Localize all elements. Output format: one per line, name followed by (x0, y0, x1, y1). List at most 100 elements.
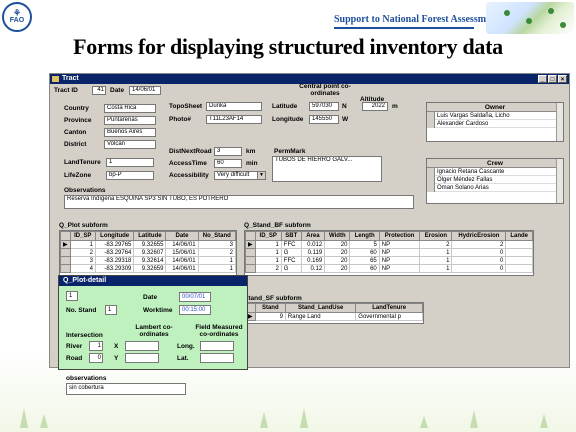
column-header[interactable]: Protection (378, 231, 421, 241)
long-label: Long. (177, 343, 195, 350)
window-title: Tract (62, 75, 79, 82)
country-field[interactable]: Costa Rica (104, 104, 156, 113)
canton-field[interactable]: Buenos Aires (104, 128, 156, 137)
lat-label: Lat. (177, 355, 189, 362)
altitude-field[interactable]: 2022 (362, 102, 388, 111)
tree-icon (540, 414, 548, 428)
longitude-field[interactable]: 145550 (309, 115, 339, 124)
plot-id-field[interactable]: 1 (66, 291, 78, 301)
column-header[interactable]: HydricErosion (451, 231, 507, 241)
column-header[interactable]: Length (349, 231, 380, 241)
y-label: Y (114, 355, 119, 362)
photo-label: Photo# (169, 116, 192, 123)
longitude-dir: W (342, 116, 349, 123)
table-row[interactable]: 2 -83.29764 9.32607 15/06/01 2 (60, 248, 236, 257)
table-row[interactable]: 4 -83.29309 9.32659 14/06/01 1 (60, 264, 236, 273)
list-item[interactable]: Ignacio Retana Cascante (427, 168, 563, 176)
date-field[interactable]: 14/06/01 (129, 86, 161, 95)
support-text: Support to National Forest Assessments (334, 14, 504, 25)
tree-icon (420, 416, 428, 428)
column-header[interactable]: Erosion (419, 231, 453, 241)
list-item[interactable]: Olger Méndez Fallas (427, 176, 563, 184)
x-label: X (114, 343, 119, 350)
column-header[interactable]: Lande (505, 231, 533, 241)
plot-detail-window: Q_Plot-detail 1 Date 00/07/01 No. Stand … (58, 275, 248, 370)
column-header[interactable]: LandTenure (355, 303, 423, 313)
minimize-icon[interactable]: _ (538, 75, 547, 83)
list-item[interactable]: Alexander Cardoso (427, 120, 563, 128)
permmark-field[interactable]: TUBOS DE HIERRO GALV... (272, 156, 382, 182)
column-header[interactable]: No_Stand (197, 231, 236, 241)
plot-detail-titlebar[interactable]: Q_Plot-detail (59, 276, 247, 286)
toposheet-field[interactable]: Durika (206, 102, 262, 111)
form-icon (52, 76, 59, 82)
chevron-down-icon[interactable]: ▼ (257, 172, 265, 179)
accessibility-value: Very difficult (217, 172, 250, 178)
date-label: Date (110, 87, 125, 94)
column-header[interactable]: Width (324, 231, 351, 241)
long-field[interactable] (200, 341, 234, 351)
tract-id-field[interactable]: 41 (92, 86, 106, 95)
table-row[interactable]: 3 -83.29318 9.32614 14/06/01 1 (60, 256, 236, 265)
river-field[interactable]: 1 (89, 341, 103, 351)
maximize-icon[interactable]: □ (548, 75, 557, 83)
table-row[interactable]: 1 G 0.119 20 60 NP 1 0 (245, 248, 533, 257)
district-field[interactable]: Volcán (104, 140, 156, 149)
central-point-label: Central point co-ordinates (299, 83, 351, 97)
intersection-label: Intersection (66, 332, 103, 339)
bf-subform-label: Q_Stand_BF subform (244, 222, 311, 229)
header-banner: ⚘ FAO Support to National Forest Assessme… (0, 0, 576, 36)
sf-subform-label: Stand_SF subform (244, 295, 302, 302)
column-header[interactable]: Date (165, 231, 199, 241)
road-label: Road (66, 355, 83, 362)
column-header[interactable]: Longitude (94, 231, 135, 241)
district-label: District (64, 141, 87, 148)
column-header[interactable]: Latitude (133, 231, 167, 241)
owner-list: Owner Luis Vargas Saldaña, Licho Alexand… (426, 102, 564, 142)
table-row[interactable]: 2 G 0.12 20 60 NP 1 0 (245, 264, 533, 273)
landtenure-field[interactable]: 1 (106, 158, 154, 167)
table-row[interactable]: ▶ 1 FFC 0.012 20 5 NP 2 2 (245, 240, 533, 249)
no-stand-field[interactable]: 1 (105, 305, 117, 315)
column-header[interactable]: ID_SP (254, 231, 282, 241)
bf-subform-grid: ID_SP SBT Area Width Length Protection Erosion… (244, 230, 534, 276)
list-item[interactable]: Oman Solano Arias (427, 184, 563, 192)
table-row[interactable]: 1 FFC 0.169 20 65 NP 1 0 (245, 256, 533, 265)
road-field[interactable]: 0 (89, 353, 103, 363)
accessibility-select[interactable]: Very difficult ▼ (214, 171, 266, 180)
province-field[interactable]: Puntarenas (104, 116, 156, 125)
tract-id-label: Tract ID (54, 87, 78, 94)
distnextroad-unit: km (246, 148, 256, 155)
column-header[interactable]: Stand_LandUse (284, 303, 357, 313)
latitude-field[interactable]: 597030 (309, 102, 339, 111)
detail-date-field[interactable]: 00/07/01 (179, 292, 211, 302)
owner-scrollbar[interactable] (556, 103, 563, 141)
tree-icon (470, 410, 478, 428)
worktime-field[interactable]: 00:15:00 (179, 305, 211, 315)
canton-label: Canton (64, 129, 87, 136)
accesstime-field[interactable]: 60 (214, 159, 242, 168)
observations-label: Observations (64, 187, 106, 194)
lifezone-field[interactable]: bp-P (106, 171, 154, 180)
column-header[interactable]: Stand (254, 303, 286, 313)
photo-field[interactable]: T11L23AF14 (206, 115, 262, 124)
crew-header: Crew (427, 159, 563, 168)
column-header[interactable]: SBT (280, 231, 302, 241)
y-field[interactable] (125, 353, 159, 363)
distnextroad-field[interactable]: 3 (214, 147, 242, 156)
observations-field[interactable]: Reserva Indígena ESQUINA SP3 SIN TUBO, E… (64, 195, 414, 209)
lat-field[interactable] (200, 353, 234, 363)
plot-subform-label: Q_Plot subform (59, 222, 108, 229)
detail-observations-field[interactable]: sin cobertura (66, 383, 186, 395)
permmark-label: PermMark (274, 148, 306, 155)
country-label: Country (64, 105, 89, 112)
table-row[interactable]: ▶ 1 -83.29765 9.32655 14/06/01 3 (60, 240, 236, 249)
column-header[interactable]: Area (300, 231, 326, 241)
x-field[interactable] (125, 341, 159, 351)
list-item[interactable]: Luis Vargas Saldaña, Licho (427, 112, 563, 120)
map-image (486, 2, 574, 34)
table-row[interactable]: ▶ 9 Range Land Governmental p (245, 312, 423, 321)
crew-scrollbar[interactable] (556, 159, 563, 203)
close-icon[interactable]: × (558, 75, 567, 83)
column-header[interactable]: ID_SP (69, 231, 96, 241)
